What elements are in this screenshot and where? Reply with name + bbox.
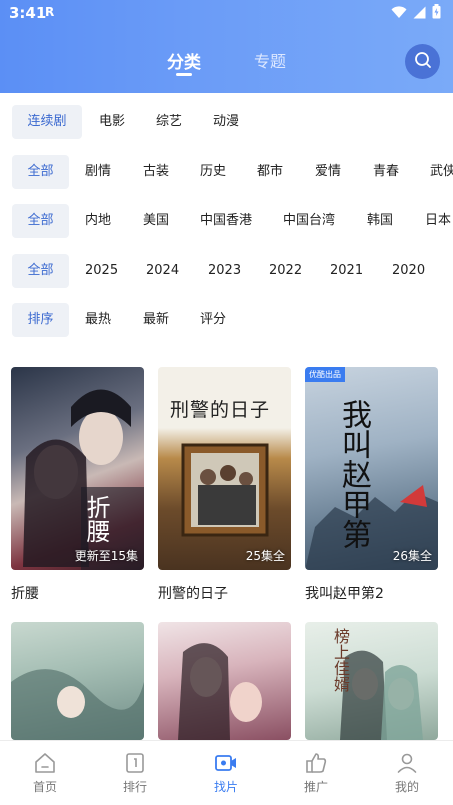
video-title[interactable]: 刑警的日子 bbox=[158, 583, 228, 603]
poster-title-art: 刑警的日子 bbox=[170, 399, 271, 421]
signal-icon bbox=[413, 4, 426, 23]
poster-art bbox=[305, 485, 438, 570]
battery-icon bbox=[432, 4, 441, 23]
search-button[interactable] bbox=[405, 44, 440, 79]
filter-type-anime[interactable]: 动漫 bbox=[213, 105, 239, 139]
poster-title-art: 折腰 bbox=[82, 495, 110, 543]
filter-genre-all[interactable]: 全部 bbox=[12, 155, 69, 189]
video-title[interactable]: 折腰 bbox=[11, 583, 39, 603]
search-icon bbox=[414, 51, 432, 73]
carrier-icon: R bbox=[45, 5, 55, 19]
header-bar: 3:41 R 分类 专题 bbox=[0, 0, 453, 93]
filter-genre-item[interactable]: 都市 bbox=[257, 155, 283, 189]
filter-type-movie[interactable]: 电影 bbox=[99, 105, 125, 139]
filter-genre-item[interactable]: 爱情 bbox=[315, 155, 341, 189]
filter-sort-new[interactable]: 最新 bbox=[143, 303, 169, 337]
video-card-poster[interactable]: 折腰 更新至15集 bbox=[11, 367, 144, 570]
filter-year-item[interactable]: 2023 bbox=[208, 254, 241, 288]
status-bar: 3:41 R bbox=[0, 0, 453, 26]
filter-genre-item[interactable]: 古装 bbox=[143, 155, 169, 189]
bottom-navigation: 首页 排行 找片 推广 我的 bbox=[0, 740, 453, 805]
filter-row-genre: 全部 剧情 古装 历史 都市 爱情 青春 武侠 bbox=[0, 155, 453, 189]
nav-label: 推广 bbox=[303, 780, 328, 794]
producer-tag: 优酷出品 bbox=[305, 367, 345, 382]
filter-region-all[interactable]: 全部 bbox=[12, 204, 69, 238]
poster-title-art: 我叫赵甲第 bbox=[336, 399, 371, 549]
nav-profile[interactable]: 我的 bbox=[362, 741, 452, 805]
filter-year-item[interactable]: 2022 bbox=[269, 254, 302, 288]
filter-region-item[interactable]: 中国台湾 bbox=[283, 204, 335, 238]
filter-row-type: 连续剧 电影 综艺 动漫 bbox=[0, 105, 453, 139]
video-card-poster[interactable] bbox=[158, 622, 291, 740]
filter-year-item[interactable]: 2025 bbox=[85, 254, 118, 288]
home-icon bbox=[33, 751, 57, 775]
video-card-poster[interactable]: 刑警的日子 25集全 bbox=[158, 367, 291, 570]
profile-icon bbox=[395, 751, 419, 775]
episode-badge: 更新至15集 bbox=[74, 549, 138, 563]
filter-sort-label[interactable]: 排序 bbox=[12, 303, 69, 337]
active-tab-indicator bbox=[176, 73, 192, 76]
status-icons bbox=[391, 4, 441, 23]
nav-label: 排行 bbox=[122, 780, 147, 794]
nav-label: 我的 bbox=[394, 780, 419, 794]
wifi-icon bbox=[391, 4, 407, 23]
filter-row-sort: 排序 最热 最新 评分 bbox=[0, 303, 453, 337]
filter-region-item[interactable]: 美国 bbox=[143, 204, 169, 238]
video-card-poster[interactable]: 榜上佳婿 bbox=[305, 622, 438, 740]
filter-type-series[interactable]: 连续剧 bbox=[12, 105, 82, 139]
poster-art bbox=[340, 650, 423, 740]
filter-row-year: 全部 2025 2024 2023 2022 2021 2020 bbox=[0, 254, 453, 288]
episode-badge: 25集全 bbox=[245, 549, 285, 563]
filter-year-all[interactable]: 全部 bbox=[12, 254, 69, 288]
ranking-icon bbox=[123, 751, 147, 775]
filter-sort-hot[interactable]: 最热 bbox=[85, 303, 111, 337]
filter-genre-item[interactable]: 青春 bbox=[373, 155, 399, 189]
top-tabs: 分类 专题 bbox=[0, 48, 453, 78]
filter-row-region: 全部 内地 美国 中国香港 中国台湾 韩国 日本 bbox=[0, 204, 453, 238]
filter-region-item[interactable]: 韩国 bbox=[367, 204, 393, 238]
tab-topic[interactable]: 专题 bbox=[254, 48, 286, 72]
nav-label: 找片 bbox=[213, 780, 238, 794]
filter-region-item[interactable]: 中国香港 bbox=[200, 204, 252, 238]
video-card-poster[interactable] bbox=[11, 622, 144, 740]
filter-year-item[interactable]: 2024 bbox=[146, 254, 179, 288]
episode-badge: 26集全 bbox=[392, 549, 432, 563]
filter-year-item[interactable]: 2021 bbox=[330, 254, 363, 288]
nav-find-video[interactable]: 找片 bbox=[181, 741, 271, 805]
filter-type-variety[interactable]: 综艺 bbox=[156, 105, 182, 139]
filter-genre-item[interactable]: 武侠 bbox=[430, 155, 453, 189]
filter-year-item[interactable]: 2020 bbox=[392, 254, 425, 288]
video-card-poster[interactable]: 优酷出品 我叫赵甲第 26集全 bbox=[305, 367, 438, 570]
filter-genre-item[interactable]: 历史 bbox=[200, 155, 226, 189]
video-title[interactable]: 我叫赵甲第2 bbox=[305, 583, 384, 603]
status-time: 3:41 bbox=[9, 4, 47, 22]
promote-icon bbox=[304, 751, 328, 775]
filter-sort-rating[interactable]: 评分 bbox=[200, 303, 226, 337]
find-video-icon bbox=[214, 751, 238, 775]
tab-category[interactable]: 分类 bbox=[167, 48, 201, 73]
filter-genre-item[interactable]: 剧情 bbox=[85, 155, 111, 189]
nav-label: 首页 bbox=[32, 780, 57, 794]
poster-title-art: 榜上佳婿 bbox=[331, 628, 350, 692]
poster-art bbox=[23, 389, 144, 570]
nav-home[interactable]: 首页 bbox=[0, 741, 90, 805]
filter-region-item[interactable]: 内地 bbox=[85, 204, 111, 238]
filter-region-item[interactable]: 日本 bbox=[425, 204, 453, 238]
poster-art bbox=[11, 669, 144, 740]
nav-ranking[interactable]: 排行 bbox=[90, 741, 180, 805]
poster-art bbox=[178, 643, 262, 740]
nav-promote[interactable]: 推广 bbox=[271, 741, 361, 805]
